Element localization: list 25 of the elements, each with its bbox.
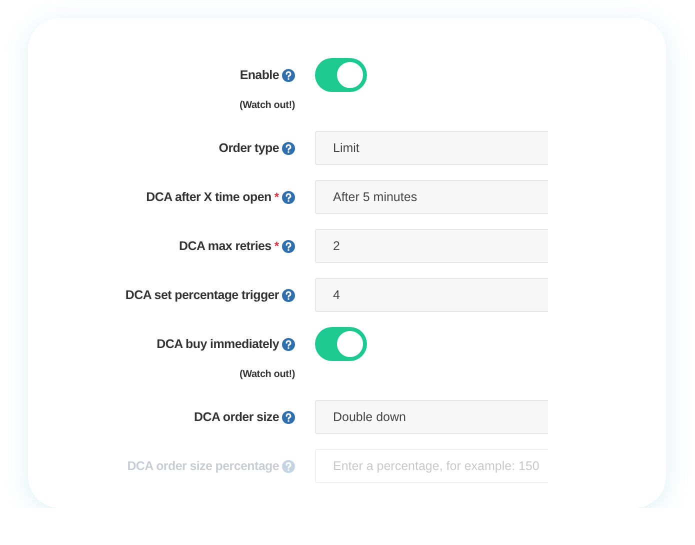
field-label: DCA set percentage trigger (125, 286, 279, 304)
field-label: DCA max retries (179, 238, 272, 255)
toggle-switch[interactable] (315, 327, 367, 361)
input-field[interactable]: After 5 minutes (315, 180, 548, 214)
field-label: DCA buy immediately (156, 336, 279, 353)
required-mark: * (274, 238, 279, 255)
help-icon[interactable] (282, 142, 295, 154)
help-icon[interactable] (282, 410, 295, 424)
field-label: Order type (218, 140, 279, 157)
field-label: DCA order size (194, 408, 279, 426)
help-icon[interactable] (282, 338, 295, 350)
help-icon[interactable] (282, 190, 295, 204)
help-icon[interactable] (282, 68, 295, 82)
help-icon[interactable] (282, 240, 295, 252)
input-field[interactable]: 4 (315, 278, 548, 312)
warning-note: (Watch out!) (239, 99, 295, 113)
warning-note: (Watch out!) (239, 368, 295, 382)
help-icon[interactable] (282, 288, 295, 302)
input-field[interactable]: Limit (315, 131, 548, 165)
input-field[interactable]: 2 (315, 229, 548, 263)
field-label: DCA after X time open (146, 188, 272, 206)
field-label: Enable (240, 66, 279, 84)
input-field[interactable]: Double down (315, 400, 548, 434)
toggle-switch[interactable] (315, 58, 367, 92)
required-mark: * (274, 189, 279, 206)
